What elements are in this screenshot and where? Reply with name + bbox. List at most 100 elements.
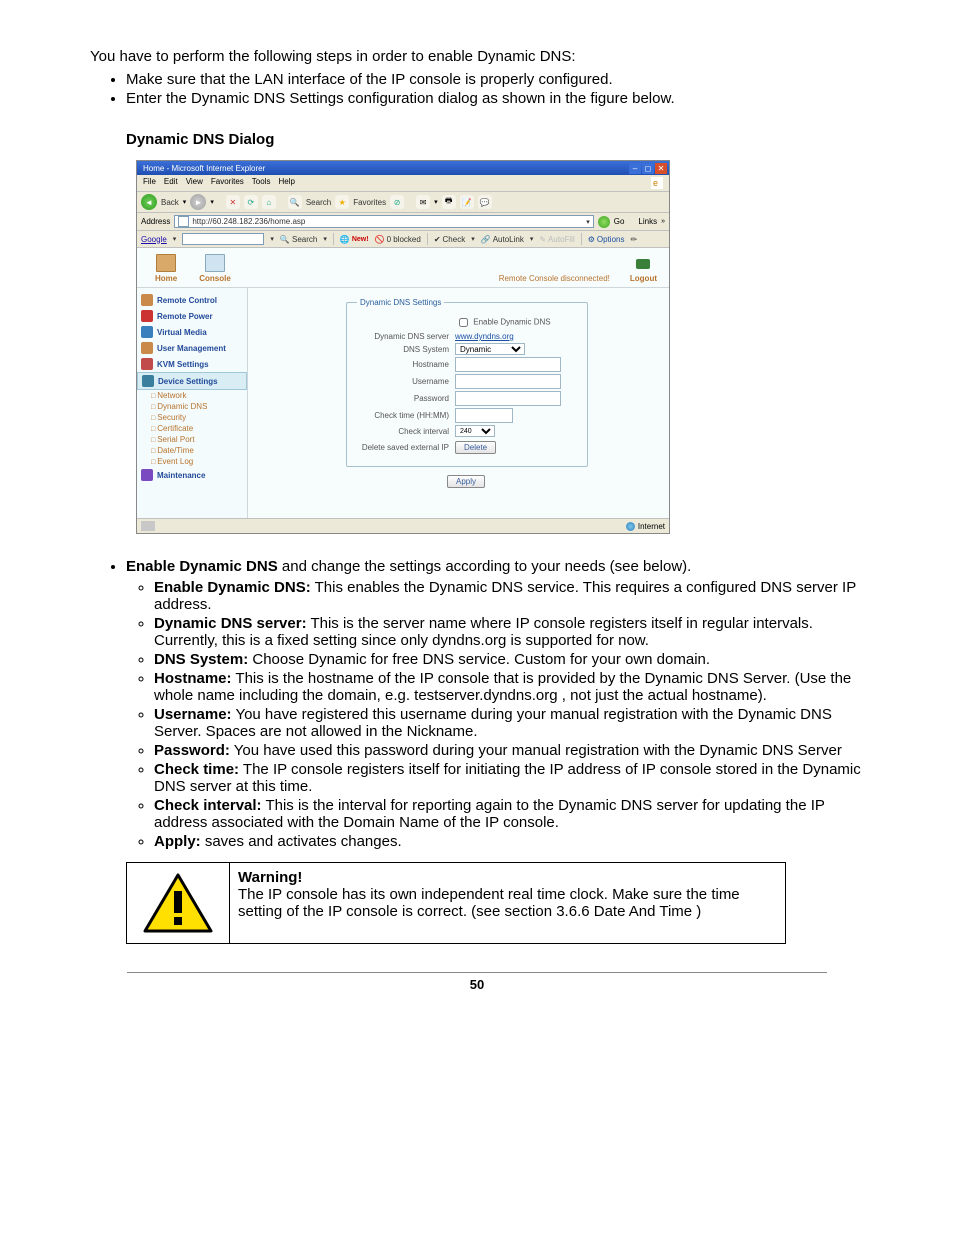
nav-logout[interactable]: Logout bbox=[630, 256, 657, 283]
window-titlebar: Home - Microsoft Internet Explorer – ◻ ✕ bbox=[137, 161, 669, 175]
ddns-server-link[interactable]: www.dyndns.org bbox=[455, 332, 514, 341]
password-input[interactable] bbox=[455, 391, 561, 406]
mail-button[interactable]: ✉ bbox=[416, 195, 430, 209]
globe-icon bbox=[626, 522, 635, 531]
google-wand-icon[interactable]: ✏ bbox=[630, 235, 637, 244]
menu-edit[interactable]: Edit bbox=[164, 177, 178, 189]
search-icon[interactable]: 🔍 bbox=[288, 195, 302, 209]
edit-button[interactable]: 📝 bbox=[460, 195, 474, 209]
close-button[interactable]: ✕ bbox=[655, 163, 667, 174]
warning-title: Warning! bbox=[238, 869, 302, 886]
stop-button[interactable]: ✕ bbox=[226, 195, 240, 209]
sidebar-sub-date-time[interactable]: Date/Time bbox=[137, 445, 247, 456]
ddns-server-label: Dynamic DNS server bbox=[357, 332, 455, 341]
minimize-button[interactable]: – bbox=[629, 163, 641, 174]
warning-icon bbox=[143, 873, 213, 933]
sidebar-item-remote-control[interactable]: Remote Control bbox=[137, 292, 247, 308]
favorites-icon[interactable]: ★ bbox=[335, 195, 349, 209]
sidebar-item-virtual-media[interactable]: Virtual Media bbox=[137, 324, 247, 340]
intro-list: Make sure that the LAN interface of the … bbox=[90, 71, 864, 107]
nav-home[interactable]: Home bbox=[155, 254, 177, 283]
go-button[interactable] bbox=[598, 216, 610, 228]
search-label[interactable]: Search bbox=[306, 198, 331, 207]
address-label: Address bbox=[141, 217, 170, 226]
ddns-legend: Dynamic DNS Settings bbox=[357, 298, 444, 307]
google-blocked[interactable]: 🚫0 blocked bbox=[375, 235, 421, 244]
forward-button[interactable]: ► bbox=[190, 194, 206, 210]
checktime-label: Check time (HH:MM) bbox=[357, 411, 455, 420]
home-icon bbox=[156, 254, 176, 272]
back-label: Back bbox=[161, 198, 179, 207]
google-options[interactable]: ⚙Options bbox=[588, 235, 625, 244]
menu-tools[interactable]: Tools bbox=[252, 177, 271, 189]
google-brand[interactable]: Google bbox=[141, 235, 167, 244]
ddns-fieldset: Dynamic DNS Settings Enable Dynamic DNS … bbox=[346, 298, 588, 467]
google-toolbar: Google ▾ ▾ 🔍 Search ▾ 🌐New! 🚫0 blocked ✔… bbox=[137, 231, 669, 248]
hostname-input[interactable] bbox=[455, 357, 561, 372]
console-icon bbox=[205, 254, 225, 272]
page-number: 50 bbox=[127, 972, 827, 992]
refresh-button[interactable]: ⟳ bbox=[244, 195, 258, 209]
sidebar-item-device-settings[interactable]: Device Settings bbox=[137, 372, 247, 390]
menu-favorites[interactable]: Favorites bbox=[211, 177, 244, 189]
warning-body: The IP console has its own independent r… bbox=[238, 886, 740, 920]
enable-ddns-label: Enable Dynamic DNS bbox=[473, 318, 550, 327]
links-label[interactable]: Links bbox=[638, 217, 657, 226]
sidebar-sub-event-log[interactable]: Event Log bbox=[137, 456, 247, 467]
history-button[interactable]: ⊘ bbox=[390, 195, 404, 209]
sidebar-sub-network[interactable]: Network bbox=[137, 390, 247, 401]
toolbar: ◄ Back ▾ ► ▾ ✕ ⟳ ⌂ 🔍 Search ★ Favorites … bbox=[137, 192, 669, 213]
svg-text:e: e bbox=[653, 178, 658, 188]
status-left-icon bbox=[141, 521, 155, 531]
kvm-icon bbox=[141, 358, 153, 370]
address-input[interactable]: http://60.248.182.236/home.asp ▾ bbox=[174, 215, 593, 228]
google-autolink[interactable]: 🔗AutoLink bbox=[481, 235, 524, 244]
google-new[interactable]: 🌐New! bbox=[340, 235, 369, 244]
page-icon bbox=[178, 216, 189, 227]
checkinterval-select[interactable]: 240 bbox=[455, 425, 495, 437]
status-zone: Internet bbox=[638, 522, 665, 531]
sidebar-item-user-management[interactable]: User Management bbox=[137, 340, 247, 356]
sidebar-item-kvm-settings[interactable]: KVM Settings bbox=[137, 356, 247, 372]
menu-help[interactable]: Help bbox=[278, 177, 294, 189]
username-label: Username bbox=[357, 377, 455, 386]
delete-button[interactable]: Delete bbox=[455, 441, 496, 454]
checktime-input[interactable] bbox=[455, 408, 513, 423]
sidebar-sub-security[interactable]: Security bbox=[137, 412, 247, 423]
hostname-label: Hostname bbox=[357, 360, 455, 369]
google-search-input[interactable] bbox=[182, 233, 264, 245]
ie-logo-icon: e bbox=[651, 177, 663, 189]
home-button[interactable]: ⌂ bbox=[262, 195, 276, 209]
browser-window: Home - Microsoft Internet Explorer – ◻ ✕… bbox=[136, 160, 670, 534]
remote-power-icon bbox=[141, 310, 153, 322]
favorites-label[interactable]: Favorites bbox=[353, 198, 386, 207]
sidebar-sub-dynamic-dns[interactable]: Dynamic DNS bbox=[137, 401, 247, 412]
menu-view[interactable]: View bbox=[186, 177, 203, 189]
username-input[interactable] bbox=[455, 374, 561, 389]
page-header: Home Console Remote Console disconnected… bbox=[137, 248, 669, 288]
maximize-button[interactable]: ◻ bbox=[642, 163, 654, 174]
menu-file[interactable]: File bbox=[143, 177, 156, 189]
remote-status: Remote Console disconnected! bbox=[499, 274, 610, 283]
address-bar: Address http://60.248.182.236/home.asp ▾… bbox=[137, 213, 669, 231]
address-value: http://60.248.182.236/home.asp bbox=[192, 217, 305, 226]
page-content: Home Console Remote Console disconnected… bbox=[137, 248, 669, 518]
dns-system-select[interactable]: Dynamic bbox=[455, 343, 525, 355]
nav-console[interactable]: Console bbox=[199, 254, 231, 283]
dns-system-label: DNS System bbox=[357, 345, 455, 354]
sidebar-item-remote-power[interactable]: Remote Power bbox=[137, 308, 247, 324]
device-settings-icon bbox=[142, 375, 154, 387]
print-button[interactable]: 🖶 bbox=[442, 195, 456, 209]
sidebar-sub-certificate[interactable]: Certificate bbox=[137, 423, 247, 434]
intro-text: You have to perform the following steps … bbox=[90, 48, 864, 65]
google-search-btn[interactable]: 🔍 Search bbox=[280, 235, 318, 244]
delete-label: Delete saved external IP bbox=[357, 443, 455, 452]
sidebar-sub-serial-port[interactable]: Serial Port bbox=[137, 434, 247, 445]
enable-ddns-checkbox[interactable] bbox=[459, 318, 468, 327]
google-autofill[interactable]: ✎AutoFill bbox=[539, 235, 574, 244]
google-check[interactable]: ✔Check bbox=[434, 235, 465, 244]
apply-button[interactable]: Apply bbox=[447, 475, 485, 488]
sidebar-item-maintenance[interactable]: Maintenance bbox=[137, 467, 247, 483]
back-button[interactable]: ◄ bbox=[141, 194, 157, 210]
discuss-button[interactable]: 💬 bbox=[478, 195, 492, 209]
